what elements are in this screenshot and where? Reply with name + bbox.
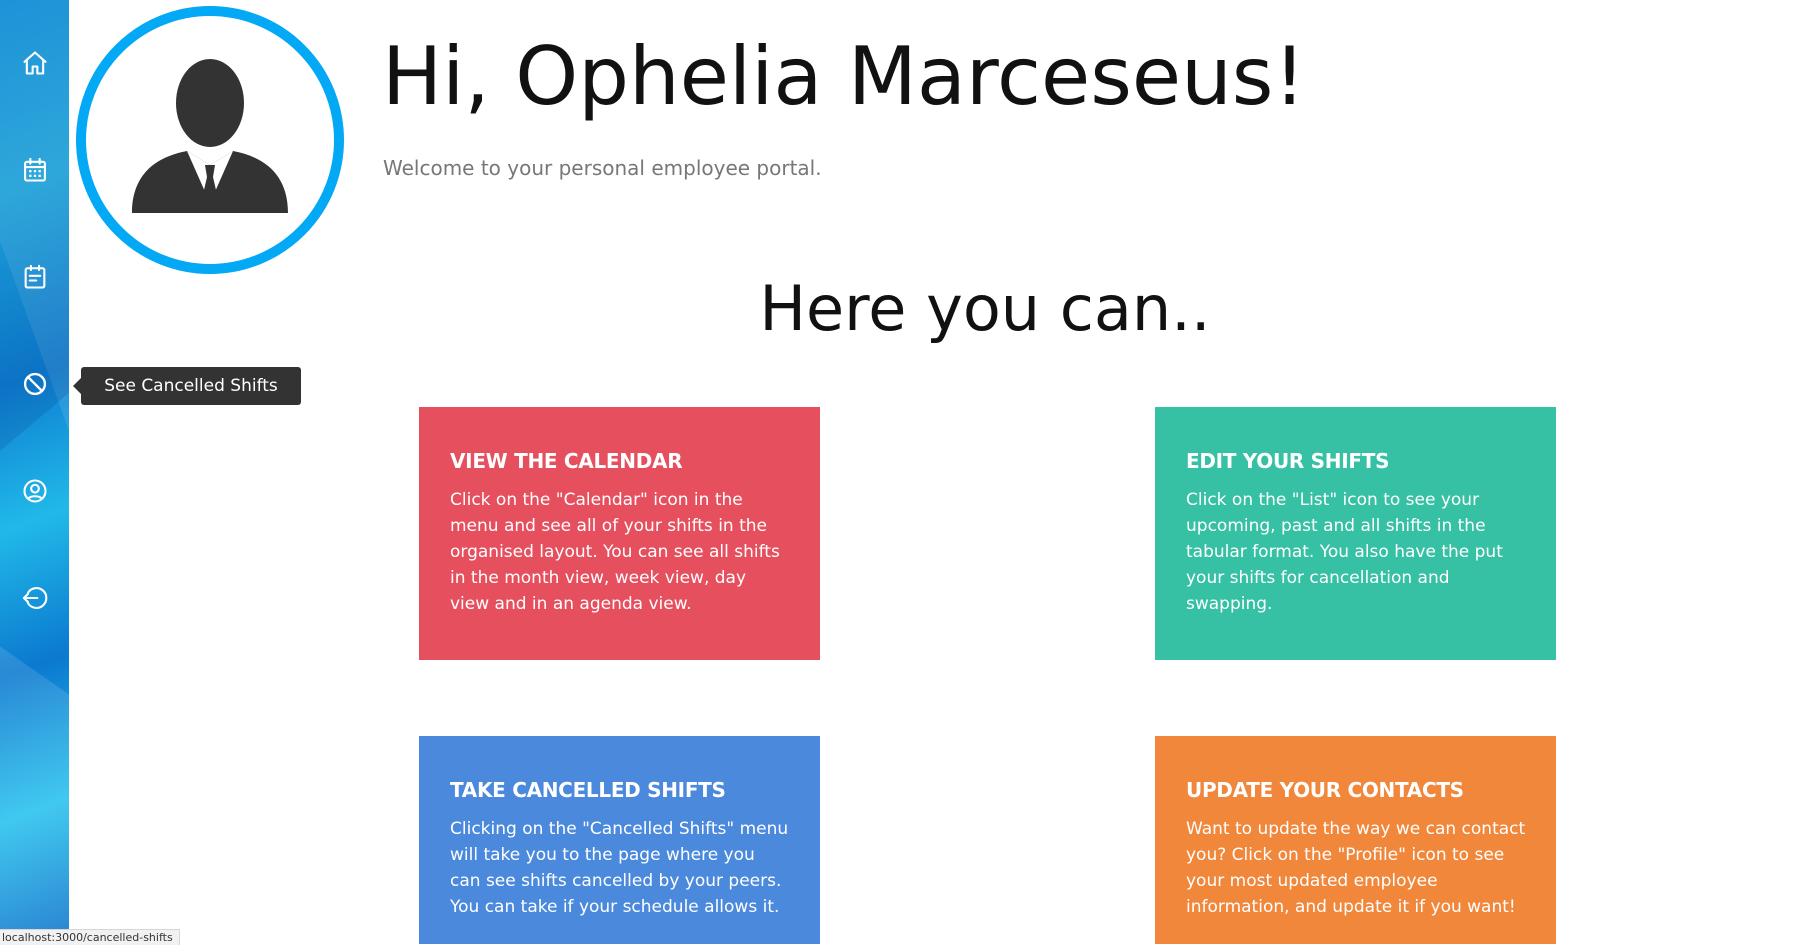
greeting-title: Hi, Ophelia Marceseus! xyxy=(382,30,1306,123)
sidebar-item-home[interactable] xyxy=(0,35,69,95)
sidebar xyxy=(0,0,69,944)
card-title: VIEW THE CALENDAR xyxy=(450,449,683,473)
card-take-cancelled-shifts: TAKE CANCELLED SHIFTS Clicking on the "C… xyxy=(419,736,820,944)
welcome-text: Welcome to your personal employee portal… xyxy=(383,156,822,180)
sidebar-item-calendar[interactable] xyxy=(0,142,69,202)
profile-icon xyxy=(21,477,49,509)
card-view-calendar: VIEW THE CALENDAR Click on the "Calendar… xyxy=(419,407,820,660)
section-title: Here you can.. xyxy=(759,272,1211,345)
user-avatar-icon xyxy=(76,6,344,274)
logout-icon xyxy=(21,584,49,616)
home-icon xyxy=(21,49,49,81)
card-text: Click on the "Calendar" icon in the menu… xyxy=(450,490,780,614)
list-icon xyxy=(21,263,49,295)
card-title: UPDATE YOUR CONTACTS xyxy=(1186,778,1464,802)
sidebar-item-cancelled-shifts[interactable] xyxy=(0,356,69,416)
card-text: Want to update the way we can contact yo… xyxy=(1186,819,1526,917)
sidebar-item-profile[interactable] xyxy=(0,463,69,523)
card-text: Click on the "List" icon to see your upc… xyxy=(1186,490,1503,614)
tooltip-cancelled-shifts: See Cancelled Shifts xyxy=(73,367,301,405)
card-update-contacts: UPDATE YOUR CONTACTS Want to update the … xyxy=(1155,736,1556,944)
avatar xyxy=(75,5,345,275)
browser-status-url: localhost:3000/cancelled-shifts xyxy=(0,929,180,945)
card-text: Clicking on the "Cancelled Shifts" menu … xyxy=(450,819,789,917)
cancel-icon xyxy=(21,370,49,402)
card-edit-shifts: EDIT YOUR SHIFTS Click on the "List" ico… xyxy=(1155,407,1556,660)
sidebar-item-logout[interactable] xyxy=(0,570,69,630)
calendar-icon xyxy=(21,156,49,188)
card-title: TAKE CANCELLED SHIFTS xyxy=(450,778,726,802)
card-title: EDIT YOUR SHIFTS xyxy=(1186,449,1390,473)
sidebar-item-list[interactable] xyxy=(0,249,69,309)
